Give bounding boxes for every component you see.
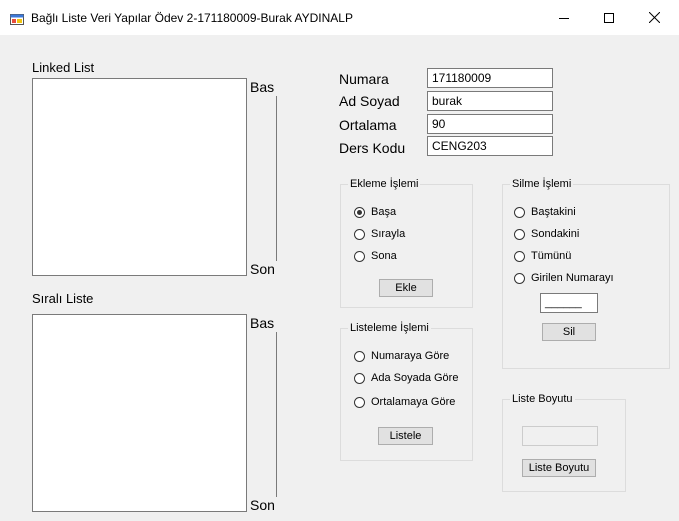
radio-tumunu[interactable]: Tümünü [514, 248, 571, 264]
window-title: Bağlı Liste Veri Yapılar Ödev 2-17118000… [31, 11, 353, 25]
radio-numaraya-gore-circle[interactable] [354, 350, 365, 362]
radio-sona-label: Sona [371, 250, 397, 262]
linked-list-connector [276, 96, 277, 261]
maximize-button[interactable] [586, 0, 632, 35]
sorted-list-connector [276, 332, 277, 497]
radio-sondakini-label: Sondakini [531, 228, 580, 240]
liste-boyutu-output [522, 426, 598, 446]
radio-sondakini-circle[interactable] [514, 228, 525, 240]
radio-sona-circle[interactable] [354, 250, 365, 262]
radio-ortalamaya-gore-circle[interactable] [354, 396, 365, 408]
linked-list-tail-label: Son [250, 261, 275, 277]
linked-list-head-label: Bas [250, 79, 275, 95]
radio-sirayla[interactable]: Sırayla [354, 226, 405, 242]
radio-sirayla-circle[interactable] [354, 228, 365, 240]
numara-field[interactable]: 171180009 [427, 68, 553, 88]
maximize-icon [604, 12, 614, 23]
title-bar: Bağlı Liste Veri Yapılar Ödev 2-17118000… [0, 0, 679, 35]
sorted-list-label: Sıralı Liste [32, 291, 94, 306]
ekle-button[interactable]: Ekle [379, 279, 433, 297]
minimize-icon [559, 17, 569, 19]
radio-sona[interactable]: Sona [354, 248, 397, 264]
radio-ortalamaya-gore-label: Ortalamaya Göre [371, 396, 456, 408]
sorted-list-head-label: Bas [250, 315, 275, 331]
ortalama-field[interactable]: 90 [427, 114, 553, 134]
radio-ada-soyada-gore[interactable]: Ada Soyada Göre [354, 370, 458, 386]
radio-tumunu-label: Tümünü [531, 250, 572, 262]
radio-girilen-numarayi-circle[interactable] [514, 272, 525, 284]
radio-basa-label: Başa [371, 206, 397, 218]
listeleme-group-title: Listeleme İşlemi [348, 321, 431, 335]
radio-sirayla-label: Sırayla [371, 228, 406, 240]
silme-group-title: Silme İşlemi [510, 177, 574, 191]
radio-bastakini-label: Baştakini [531, 206, 576, 218]
minimize-button[interactable] [541, 0, 587, 35]
radio-girilen-numarayi[interactable]: Girilen Numarayı [514, 270, 614, 286]
radio-basa[interactable]: Başa [354, 204, 396, 220]
radio-ada-soyada-gore-label: Ada Soyada Göre [371, 372, 459, 384]
radio-ortalamaya-gore[interactable]: Ortalamaya Göre [354, 394, 455, 410]
radio-numaraya-gore-label: Numaraya Göre [371, 350, 450, 362]
liste-boyutu-group-title: Liste Boyutu [510, 392, 575, 406]
radio-tumunu-circle[interactable] [514, 250, 525, 262]
adsoyad-field[interactable]: burak [427, 91, 553, 111]
derskodu-field[interactable]: CENG203 [427, 136, 553, 156]
liste-boyutu-button[interactable]: Liste Boyutu [522, 459, 596, 477]
sil-button[interactable]: Sil [542, 323, 596, 341]
derskodu-label: Ders Kodu [339, 140, 406, 156]
adsoyad-label: Ad Soyad [339, 93, 400, 109]
ekleme-group-title: Ekleme İşlemi [348, 177, 421, 191]
radio-sondakini[interactable]: Sondakini [514, 226, 579, 242]
close-icon [648, 12, 660, 23]
sorted-list-tail-label: Son [250, 497, 275, 513]
silme-numara-input[interactable]: ______ [540, 293, 598, 313]
radio-bastakini-circle[interactable] [514, 206, 525, 218]
ortalama-label: Ortalama [339, 117, 397, 133]
close-button[interactable] [631, 0, 677, 35]
radio-basa-circle[interactable] [354, 206, 365, 218]
linked-list-label: Linked List [32, 60, 95, 75]
radio-ada-soyada-gore-circle[interactable] [354, 372, 365, 384]
radio-numaraya-gore[interactable]: Numaraya Göre [354, 348, 449, 364]
numara-label: Numara [339, 71, 389, 87]
listele-button[interactable]: Listele [378, 427, 433, 445]
sorted-list-box[interactable] [32, 314, 247, 512]
radio-girilen-numarayi-label: Girilen Numarayı [531, 272, 614, 284]
linked-list-box[interactable] [32, 78, 247, 276]
radio-bastakini[interactable]: Baştakini [514, 204, 576, 220]
app-icon [10, 11, 24, 25]
